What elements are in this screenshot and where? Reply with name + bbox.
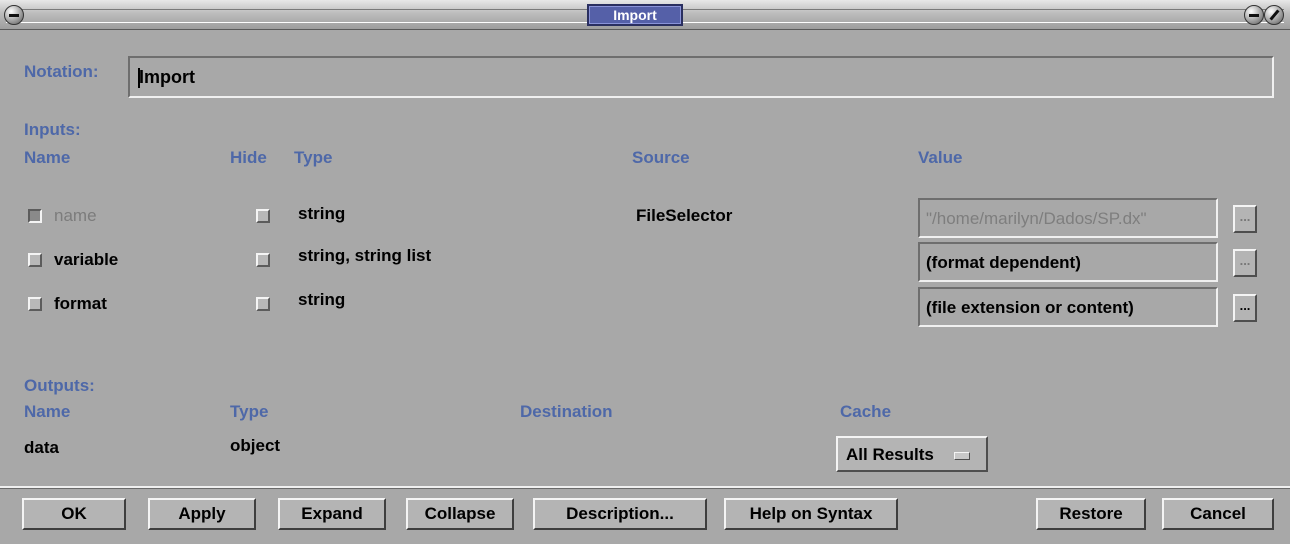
notation-field[interactable]: Import	[128, 56, 1274, 98]
cache-option-value: All Results	[846, 445, 934, 464]
output-data-type: object	[230, 436, 281, 455]
apply-button[interactable]: Apply	[148, 498, 256, 530]
inputs-header-value: Value	[918, 148, 963, 167]
outputs-section-label: Outputs:	[24, 376, 95, 395]
input-variable-type: string, string list	[298, 246, 432, 265]
input-format-checkbox[interactable]	[28, 297, 42, 311]
ok-button[interactable]: OK	[22, 498, 126, 530]
input-name-label: name	[54, 206, 97, 225]
input-format-browse-button[interactable]: ...	[1233, 294, 1257, 322]
inputs-header-source: Source	[632, 148, 690, 167]
input-name-value: "/home/marilyn/Dados/SP.dx"	[926, 209, 1147, 228]
maximize-icon[interactable]	[1264, 5, 1284, 25]
input-variable-checkbox[interactable]	[28, 253, 42, 267]
input-format-hide-checkbox[interactable]	[256, 297, 270, 311]
notation-label: Notation:	[24, 62, 99, 81]
notation-value: Import	[139, 67, 195, 87]
option-menu-indicator-icon	[954, 452, 970, 460]
input-variable-value: (format dependent)	[926, 253, 1081, 272]
expand-button[interactable]: Expand	[278, 498, 386, 530]
title-bar[interactable]: Import	[0, 0, 1290, 30]
input-variable-label: variable	[54, 250, 119, 269]
import-dialog: Import Notation: Import Inputs: Name Hid…	[0, 0, 1290, 544]
input-format-label: format	[54, 294, 107, 313]
window-menu-icon[interactable]	[4, 5, 24, 25]
input-name-hide-checkbox[interactable]	[256, 209, 270, 223]
outputs-header-cache: Cache	[840, 402, 892, 421]
input-format-value: (file extension or content)	[926, 298, 1134, 317]
input-variable-hide-checkbox[interactable]	[256, 253, 270, 267]
input-name-browse-button[interactable]: ...	[1233, 205, 1257, 233]
outputs-header-type: Type	[230, 402, 269, 421]
inputs-header-hide: Hide	[230, 148, 267, 167]
cancel-button[interactable]: Cancel	[1162, 498, 1274, 530]
input-name-value-field[interactable]: "/home/marilyn/Dados/SP.dx"	[918, 198, 1218, 238]
output-data-name: data	[24, 438, 59, 457]
minimize-icon[interactable]	[1244, 5, 1264, 25]
input-format-type: string	[298, 290, 346, 309]
inputs-section-label: Inputs:	[24, 120, 81, 139]
restore-button[interactable]: Restore	[1036, 498, 1146, 530]
description-button[interactable]: Description...	[533, 498, 707, 530]
input-name-source: FileSelector	[636, 206, 733, 225]
collapse-button[interactable]: Collapse	[406, 498, 514, 530]
cache-option-menu[interactable]: All Results	[836, 436, 988, 472]
help-on-syntax-button[interactable]: Help on Syntax	[724, 498, 898, 530]
inputs-header-name: Name	[24, 148, 71, 167]
window-title: Import	[587, 4, 683, 26]
input-name-checkbox[interactable]	[28, 209, 42, 223]
input-variable-value-field[interactable]: (format dependent)	[918, 242, 1218, 282]
outputs-header-name: Name	[24, 402, 71, 421]
input-name-type: string	[298, 204, 346, 223]
inputs-header-type: Type	[294, 148, 333, 167]
outputs-header-destination: Destination	[520, 402, 613, 421]
input-variable-browse-button[interactable]: ...	[1233, 249, 1257, 277]
input-format-value-field[interactable]: (file extension or content)	[918, 287, 1218, 327]
